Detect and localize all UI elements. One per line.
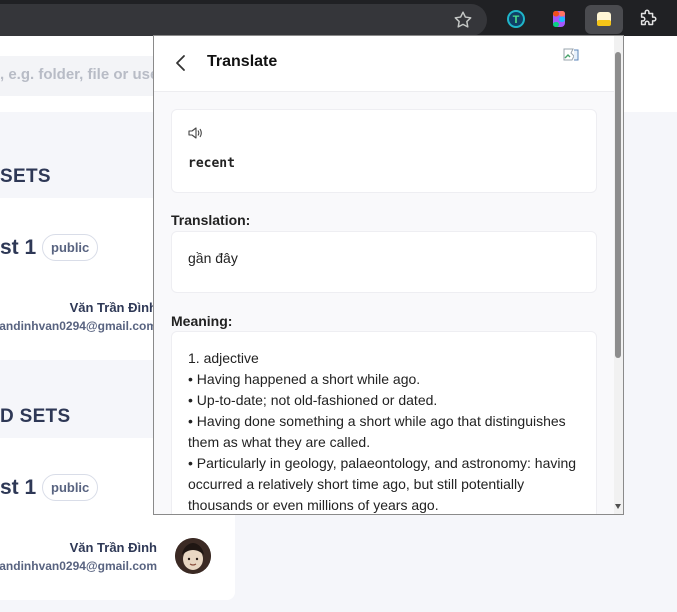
meaning-line: • Having happened a short while ago. [188,371,421,387]
search-placeholder: , e.g. folder, file or user [0,66,165,83]
translation-label: Translation: [171,212,251,228]
source-word: recent [188,156,235,171]
translation-card: gần đây [171,231,597,293]
owner-email: andinhvan0294@gmail.com [0,319,157,333]
visibility-badge: public [42,234,99,261]
set-name: st 1 [0,476,37,499]
extension-translate-icon[interactable] [593,8,615,30]
star-icon[interactable] [452,9,474,31]
meaning-line: • Up-to-date; not old-fashioned or dated… [188,392,438,408]
translate-popup: Translate recent Translation: gần đây Me… [153,35,624,515]
set-name: st 1 [0,236,37,259]
meaning-line: 1. adjective [188,350,259,366]
extension-t-icon[interactable]: T [505,8,527,30]
section-title: SETS [0,166,51,187]
popup-header: Translate [154,36,615,92]
scroll-down-arrow-icon[interactable] [615,504,621,509]
broken-image-icon [563,48,579,61]
scrollbar-thumb[interactable] [615,52,621,358]
avatar[interactable] [175,538,211,574]
translation-text: gần đây [188,250,238,266]
section-title: D SETS [0,406,71,427]
chevron-left-icon[interactable] [168,50,194,76]
owner-name: Văn Trần Đình [69,300,157,315]
svg-text:T: T [513,14,520,26]
word-card: recent [171,109,597,193]
meaning-card: 1. adjective • Having happened a short w… [171,331,597,514]
meaning-label: Meaning: [171,313,233,329]
extension-figma-icon[interactable] [548,8,570,30]
scrollbar[interactable] [614,36,623,514]
speaker-icon[interactable] [187,126,203,140]
meaning-line: • Having done something a short while ag… [188,413,566,450]
browser-toolbar: T [0,0,677,36]
owner-email: andinhvan0294@gmail.com [0,559,157,573]
visibility-badge: public [42,474,99,501]
owner-name: Văn Trần Đình [69,540,157,555]
avatar-image [175,538,211,574]
meaning-list: 1. adjective • Having happened a short w… [188,348,584,514]
address-bar[interactable] [0,4,487,36]
popup-title: Translate [207,53,278,70]
meaning-line: • Particularly in geology, palaeontology… [188,455,577,513]
puzzle-icon[interactable] [637,8,659,30]
